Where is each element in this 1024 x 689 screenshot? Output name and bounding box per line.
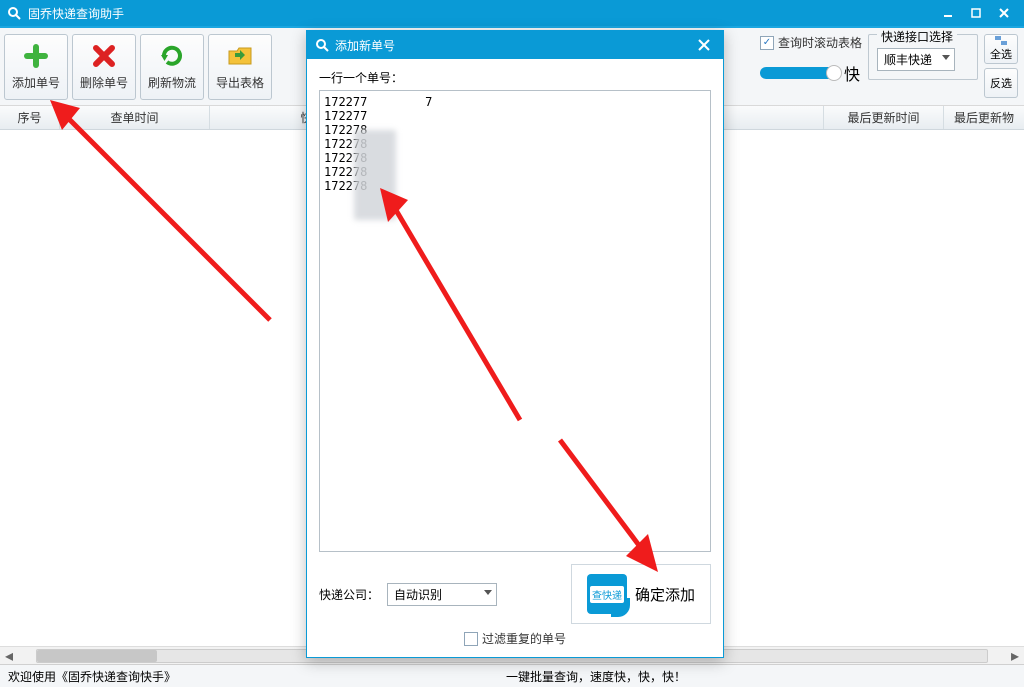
dialog-titlebar: 添加新单号 <box>307 31 723 59</box>
interface-select-group: 快递接口选择 顺丰快递 <box>868 34 978 80</box>
col-lastinfo[interactable]: 最后更新物 <box>944 106 1024 129</box>
refresh-label: 刷新物流 <box>148 74 196 91</box>
folder-export-icon <box>226 42 254 70</box>
dialog-title: 添加新单号 <box>335 37 693 54</box>
confirm-label: 确定添加 <box>635 584 695 605</box>
minimize-button[interactable] <box>934 3 962 23</box>
toolbar-right: 查询时滚动表格 快 快递接口选择 顺丰快递 全选 反选 <box>760 34 1018 98</box>
delete-tracking-button[interactable]: 删除单号 <box>72 34 136 100</box>
speed-slider-row: 快 <box>760 61 862 85</box>
refresh-icon <box>158 42 186 70</box>
app-icon <box>6 5 22 21</box>
close-button[interactable] <box>990 3 1018 23</box>
interface-value: 顺丰快递 <box>884 53 932 67</box>
scroll-checkbox-label: 查询时滚动表格 <box>778 34 862 51</box>
add-label: 添加单号 <box>12 74 60 91</box>
delete-label: 删除单号 <box>80 74 128 91</box>
scroll-left-arrow[interactable]: ◂ <box>0 647 18 665</box>
title-bar: 固乔快递查询助手 <box>0 0 1024 28</box>
dialog-body: 一行一个单号： 快递公司： 自动识别 查快递 确定添加 过滤重复的单号 <box>307 59 723 657</box>
confirm-add-button[interactable]: 查快递 确定添加 <box>571 564 711 624</box>
scroll-thumb[interactable] <box>37 650 157 662</box>
col-time[interactable]: 查单时间 <box>60 106 210 129</box>
interface-legend: 快递接口选择 <box>877 28 957 45</box>
checkbox-icon <box>464 632 478 646</box>
search-express-icon: 查快递 <box>587 574 627 614</box>
invert-select-label: 反选 <box>990 75 1012 91</box>
maximize-button[interactable] <box>962 3 990 23</box>
add-tracking-dialog: 添加新单号 一行一个单号： 快递公司： 自动识别 查快递 确定添加 过滤重复的单… <box>306 30 724 658</box>
fast-label: 快 <box>844 61 860 85</box>
add-tracking-button[interactable]: 添加单号 <box>4 34 68 100</box>
invert-select-button[interactable]: 反选 <box>984 68 1018 98</box>
interface-select[interactable]: 顺丰快递 <box>877 48 955 71</box>
scroll-right-arrow[interactable]: ▸ <box>1006 647 1024 665</box>
export-button[interactable]: 导出表格 <box>208 34 272 100</box>
slider-knob[interactable] <box>826 65 842 81</box>
export-label: 导出表格 <box>216 74 264 91</box>
status-bar: 欢迎使用《固乔快递查询快手》 一键批量查询，速度快，快，快！ <box>0 664 1024 687</box>
app-title: 固乔快递查询助手 <box>28 5 934 22</box>
speed-slider[interactable] <box>760 67 840 79</box>
scroll-on-query-checkbox[interactable]: 查询时滚动表格 <box>760 34 862 51</box>
dialog-close-button[interactable] <box>693 34 715 56</box>
status-left: 欢迎使用《固乔快递查询快手》 <box>8 668 176 685</box>
filter-duplicate-checkbox[interactable]: 过滤重复的单号 <box>464 630 566 647</box>
checkbox-icon <box>760 36 774 50</box>
tracking-textarea[interactable] <box>319 90 711 552</box>
x-icon <box>90 42 118 70</box>
company-label: 快递公司： <box>319 586 379 603</box>
company-select[interactable]: 自动识别 <box>387 583 497 606</box>
select-all-icon <box>995 36 1007 46</box>
select-all-label: 全选 <box>990 46 1012 62</box>
refresh-button[interactable]: 刷新物流 <box>140 34 204 100</box>
select-all-button[interactable]: 全选 <box>984 34 1018 64</box>
filter-checkbox-label: 过滤重复的单号 <box>482 630 566 647</box>
company-value: 自动识别 <box>394 588 442 602</box>
dialog-app-icon <box>315 38 329 52</box>
plus-icon <box>22 42 50 70</box>
col-lastupdate[interactable]: 最后更新时间 <box>824 106 944 129</box>
status-center: 一键批量查询，速度快，快，快！ <box>176 668 1016 685</box>
col-index[interactable]: 序号 <box>0 106 60 129</box>
line-label: 一行一个单号： <box>319 69 711 86</box>
